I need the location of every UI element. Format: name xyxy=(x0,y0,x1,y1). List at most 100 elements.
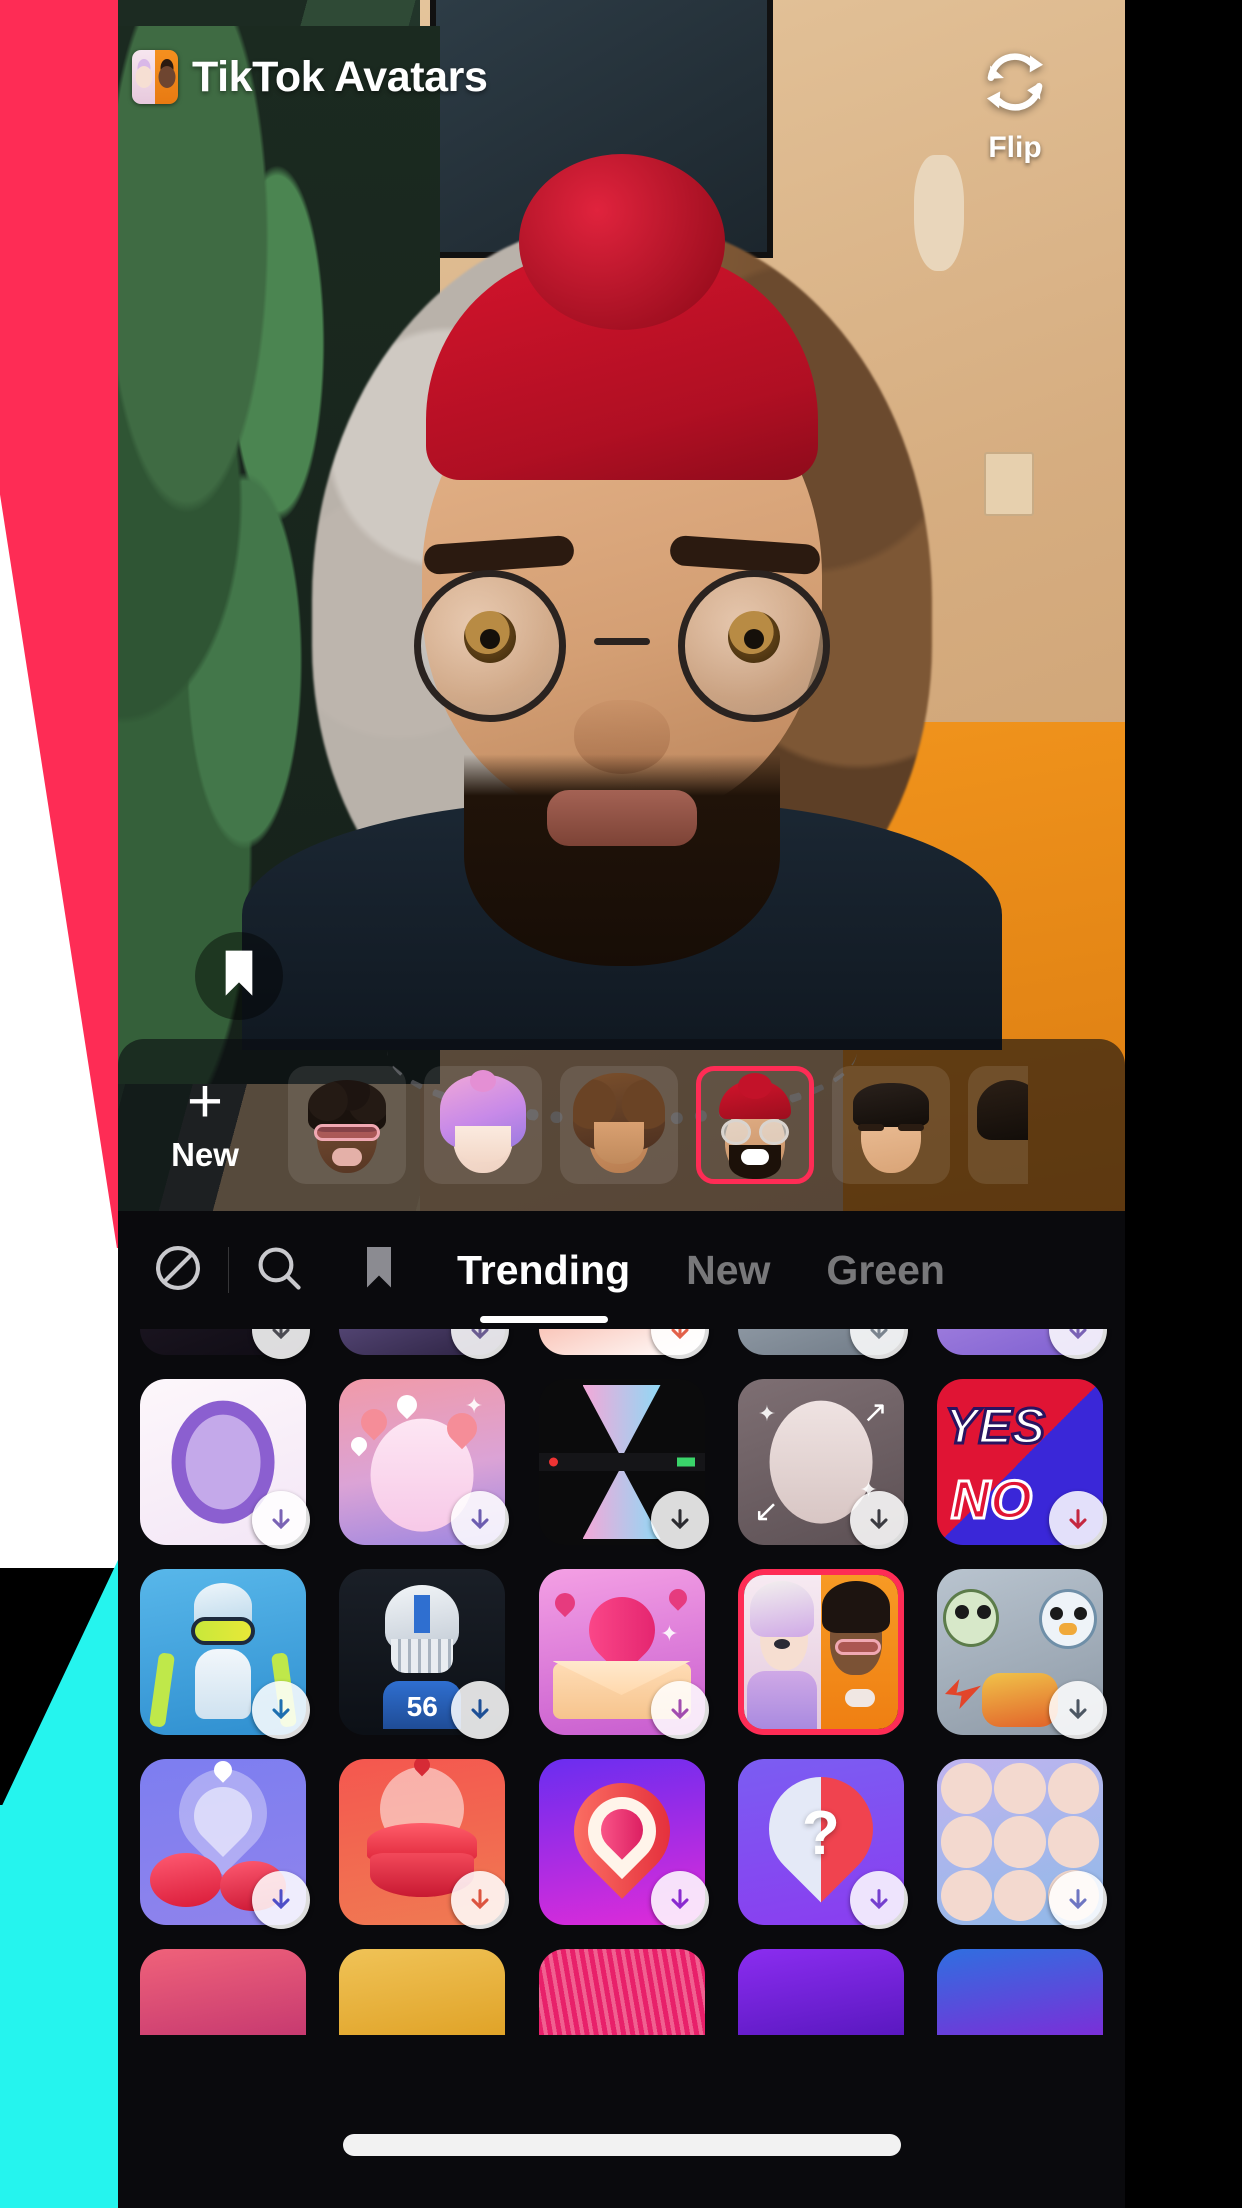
effect-ski-jumper[interactable] xyxy=(140,1569,310,1739)
avatar-mouth xyxy=(332,1148,362,1166)
effect-bottom-4[interactable] xyxy=(737,1949,904,2035)
clear-effect-button[interactable] xyxy=(128,1211,228,1329)
effect-row-3: ? xyxy=(118,1759,1125,1929)
brand-band-cyan-diagonal xyxy=(0,1560,118,1810)
download-badge[interactable] xyxy=(650,1491,709,1549)
effect-smiley-grid[interactable] xyxy=(937,1759,1107,1929)
effect-clipped-3[interactable] xyxy=(538,1329,709,1359)
download-badge[interactable] xyxy=(1049,1871,1107,1929)
effect-clipped-1[interactable] xyxy=(140,1329,310,1359)
avatar-glasses-right xyxy=(759,1119,789,1145)
download-badge[interactable] xyxy=(1049,1681,1107,1739)
avatar-glasses xyxy=(314,1124,380,1141)
download-badge[interactable] xyxy=(252,1681,310,1739)
avatar-chip-partial[interactable] xyxy=(968,1066,1028,1184)
flip-camera-button[interactable]: Flip xyxy=(960,48,1070,165)
new-avatar-label: New xyxy=(171,1136,239,1173)
effect-row-clipped-top xyxy=(118,1329,1125,1359)
effect-red-lips[interactable] xyxy=(339,1759,510,1929)
download-badge[interactable] xyxy=(849,1871,908,1929)
search-icon xyxy=(253,1242,305,1299)
subject-glasses-bridge xyxy=(593,638,650,645)
effect-nested-hearts[interactable] xyxy=(538,1759,709,1929)
subject-mouth xyxy=(546,790,697,846)
effect-silver-sparkle-face[interactable]: ↗ ↙ ✦ ✦ xyxy=(737,1379,908,1549)
effects-panel: Trending New Green ✦ ↗ ↙ ✦ ✦ YES NO 56 ✦… xyxy=(118,1211,1125,2208)
effect-clipped-5[interactable] xyxy=(937,1329,1107,1359)
create-new-avatar-button[interactable]: + New xyxy=(140,1067,270,1174)
header-bar: TikTok Avatars Flip xyxy=(118,0,1125,180)
bookmark-icon xyxy=(361,1244,397,1297)
avatar-eyebrow-right xyxy=(898,1124,924,1131)
download-badge[interactable] xyxy=(1049,1491,1107,1549)
download-badge[interactable] xyxy=(650,1681,709,1739)
tab-label: New xyxy=(686,1246,771,1293)
tab-label: Trending xyxy=(457,1246,631,1293)
effect-clipped-4[interactable] xyxy=(737,1329,908,1359)
page-title: TikTok Avatars xyxy=(192,52,488,101)
refresh-flip-icon xyxy=(981,48,1049,121)
subject-iris-left xyxy=(463,611,516,663)
effects-tab-bar: Trending New Green xyxy=(118,1211,1125,1329)
plus-icon: + xyxy=(186,1067,224,1136)
brand-band-white xyxy=(0,1248,118,1568)
tab-label: Green xyxy=(826,1246,945,1293)
no-label: NO xyxy=(950,1469,1034,1532)
avatar-chip-curly-red-glasses[interactable] xyxy=(288,1066,406,1184)
yes-label: YES xyxy=(943,1397,1046,1456)
app-title-row: TikTok Avatars xyxy=(118,50,488,104)
saved-effects-button[interactable] xyxy=(329,1211,429,1329)
effects-grid-scroll[interactable]: ✦ ↗ ↙ ✦ ✦ YES NO 56 ✦ ? xyxy=(118,1329,1125,2208)
search-effects-button[interactable] xyxy=(229,1211,329,1329)
avatar-carousel[interactable]: + New xyxy=(118,1039,1125,1211)
effect-row-1: ✦ ↗ ↙ ✦ ✦ YES NO xyxy=(118,1379,1125,1549)
subject-beanie-bun xyxy=(518,154,725,330)
download-badge[interactable] xyxy=(451,1491,510,1549)
avatar-eyebrow-left xyxy=(858,1124,884,1131)
avatar-hair xyxy=(853,1082,929,1127)
subject-glasses-lens-left xyxy=(413,570,566,722)
effect-kiss-lips-blue[interactable] xyxy=(140,1759,310,1929)
avatar-hair-bun xyxy=(470,1070,496,1092)
subject-glasses-lens-right xyxy=(677,570,830,722)
download-badge[interactable] xyxy=(252,1491,310,1549)
subject-iris-right xyxy=(727,611,780,663)
effect-bottom-5[interactable] xyxy=(937,1949,1103,2035)
effect-hourglass-gradient[interactable] xyxy=(538,1379,709,1549)
effect-heart-envelope[interactable]: ✦ xyxy=(538,1569,709,1739)
avatar-mouth xyxy=(741,1149,769,1165)
bookmark-icon xyxy=(219,949,259,1004)
avatar-lower-face xyxy=(455,1126,511,1162)
download-badge[interactable] xyxy=(451,1681,510,1739)
effect-tiktok-avatars[interactable] xyxy=(737,1569,904,1735)
tab-green[interactable]: Green xyxy=(798,1211,973,1329)
download-badge[interactable] xyxy=(451,1871,510,1929)
jersey-number: 56 xyxy=(406,1691,438,1722)
avatar-subject xyxy=(241,140,1002,1126)
effect-bottom-2[interactable] xyxy=(339,1949,506,2035)
effect-clipped-2[interactable] xyxy=(339,1329,510,1359)
flip-button-label: Flip xyxy=(988,131,1042,164)
avatar-chip-curly-brown[interactable] xyxy=(560,1066,678,1184)
download-badge[interactable] xyxy=(849,1491,908,1549)
download-badge[interactable] xyxy=(252,1871,310,1929)
avatar-glasses-left xyxy=(721,1119,751,1145)
avatar-chip-red-beanie-glasses[interactable] xyxy=(696,1066,814,1184)
download-badge[interactable] xyxy=(650,1871,709,1929)
effect-pokemon-starters[interactable] xyxy=(937,1569,1107,1739)
tab-new[interactable]: New xyxy=(658,1211,798,1329)
save-effect-button[interactable] xyxy=(195,932,283,1020)
avatar-chip-pink-bob[interactable] xyxy=(424,1066,542,1184)
effect-football-helmet[interactable]: 56 xyxy=(339,1569,510,1739)
effect-question-heart[interactable]: ? xyxy=(737,1759,908,1929)
avatar-chip-short-black-hair[interactable] xyxy=(832,1066,950,1184)
tab-trending[interactable]: Trending xyxy=(429,1211,658,1329)
effect-purple-face-frame[interactable] xyxy=(140,1379,310,1549)
effect-yes-no[interactable]: YES NO xyxy=(937,1379,1107,1549)
avatar-lower-face xyxy=(594,1122,644,1164)
effect-bottom-1[interactable] xyxy=(140,1949,306,2035)
avatar-beanie-bun xyxy=(738,1073,772,1099)
effect-pink-hearts-glow[interactable]: ✦ xyxy=(339,1379,510,1549)
effect-bottom-3[interactable] xyxy=(538,1949,705,2035)
effect-row-clipped-bottom xyxy=(118,1949,1125,2035)
